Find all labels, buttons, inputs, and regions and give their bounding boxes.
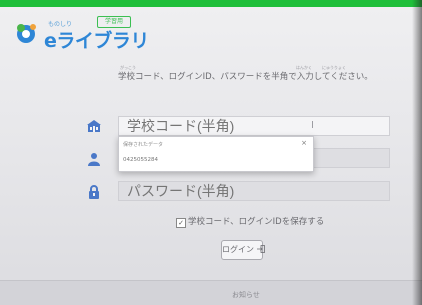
- logo-badge: 学習用: [97, 16, 131, 28]
- autocomplete-dropdown: 保存されたデータ × 0425055284: [118, 136, 314, 172]
- arrow-into-door-icon: [256, 245, 265, 253]
- app-window: ものしり eライブラリ 学習用 がっこう はんかく にゅうりょく 学校コード、ロ…: [0, 0, 422, 305]
- autocomplete-item[interactable]: 0425055284: [123, 157, 158, 163]
- logo-title: eライブラリ: [44, 30, 149, 52]
- remember-checkbox[interactable]: ✓: [176, 218, 186, 228]
- lock-icon: [89, 185, 99, 199]
- remember-label: 学校コード、ログインIDを保存する: [188, 217, 325, 227]
- top-accent-bar: [0, 0, 422, 7]
- news-link[interactable]: お知らせ: [232, 290, 260, 300]
- password-input[interactable]: [118, 181, 390, 201]
- app-logo: ものしり eライブラリ 学習用: [14, 16, 149, 52]
- close-icon[interactable]: ×: [301, 139, 307, 147]
- user-icon: [88, 153, 100, 166]
- logo-mark-icon: [17, 24, 36, 43]
- school-building-icon: [87, 120, 101, 132]
- device-bezel: [412, 0, 422, 305]
- login-button[interactable]: ログイン: [221, 240, 265, 260]
- text-cursor-icon: I: [311, 120, 314, 131]
- remember-row[interactable]: ✓ 学校コード、ログインIDを保存する: [176, 215, 325, 228]
- school-code-input[interactable]: [118, 116, 390, 136]
- login-button-label: ログイン: [222, 245, 254, 254]
- autocomplete-header: 保存されたデータ: [123, 142, 164, 148]
- footer-bar: [0, 280, 422, 305]
- login-instruction: 学校コード、ログインID、パスワードを半角で入力してください。: [118, 72, 373, 82]
